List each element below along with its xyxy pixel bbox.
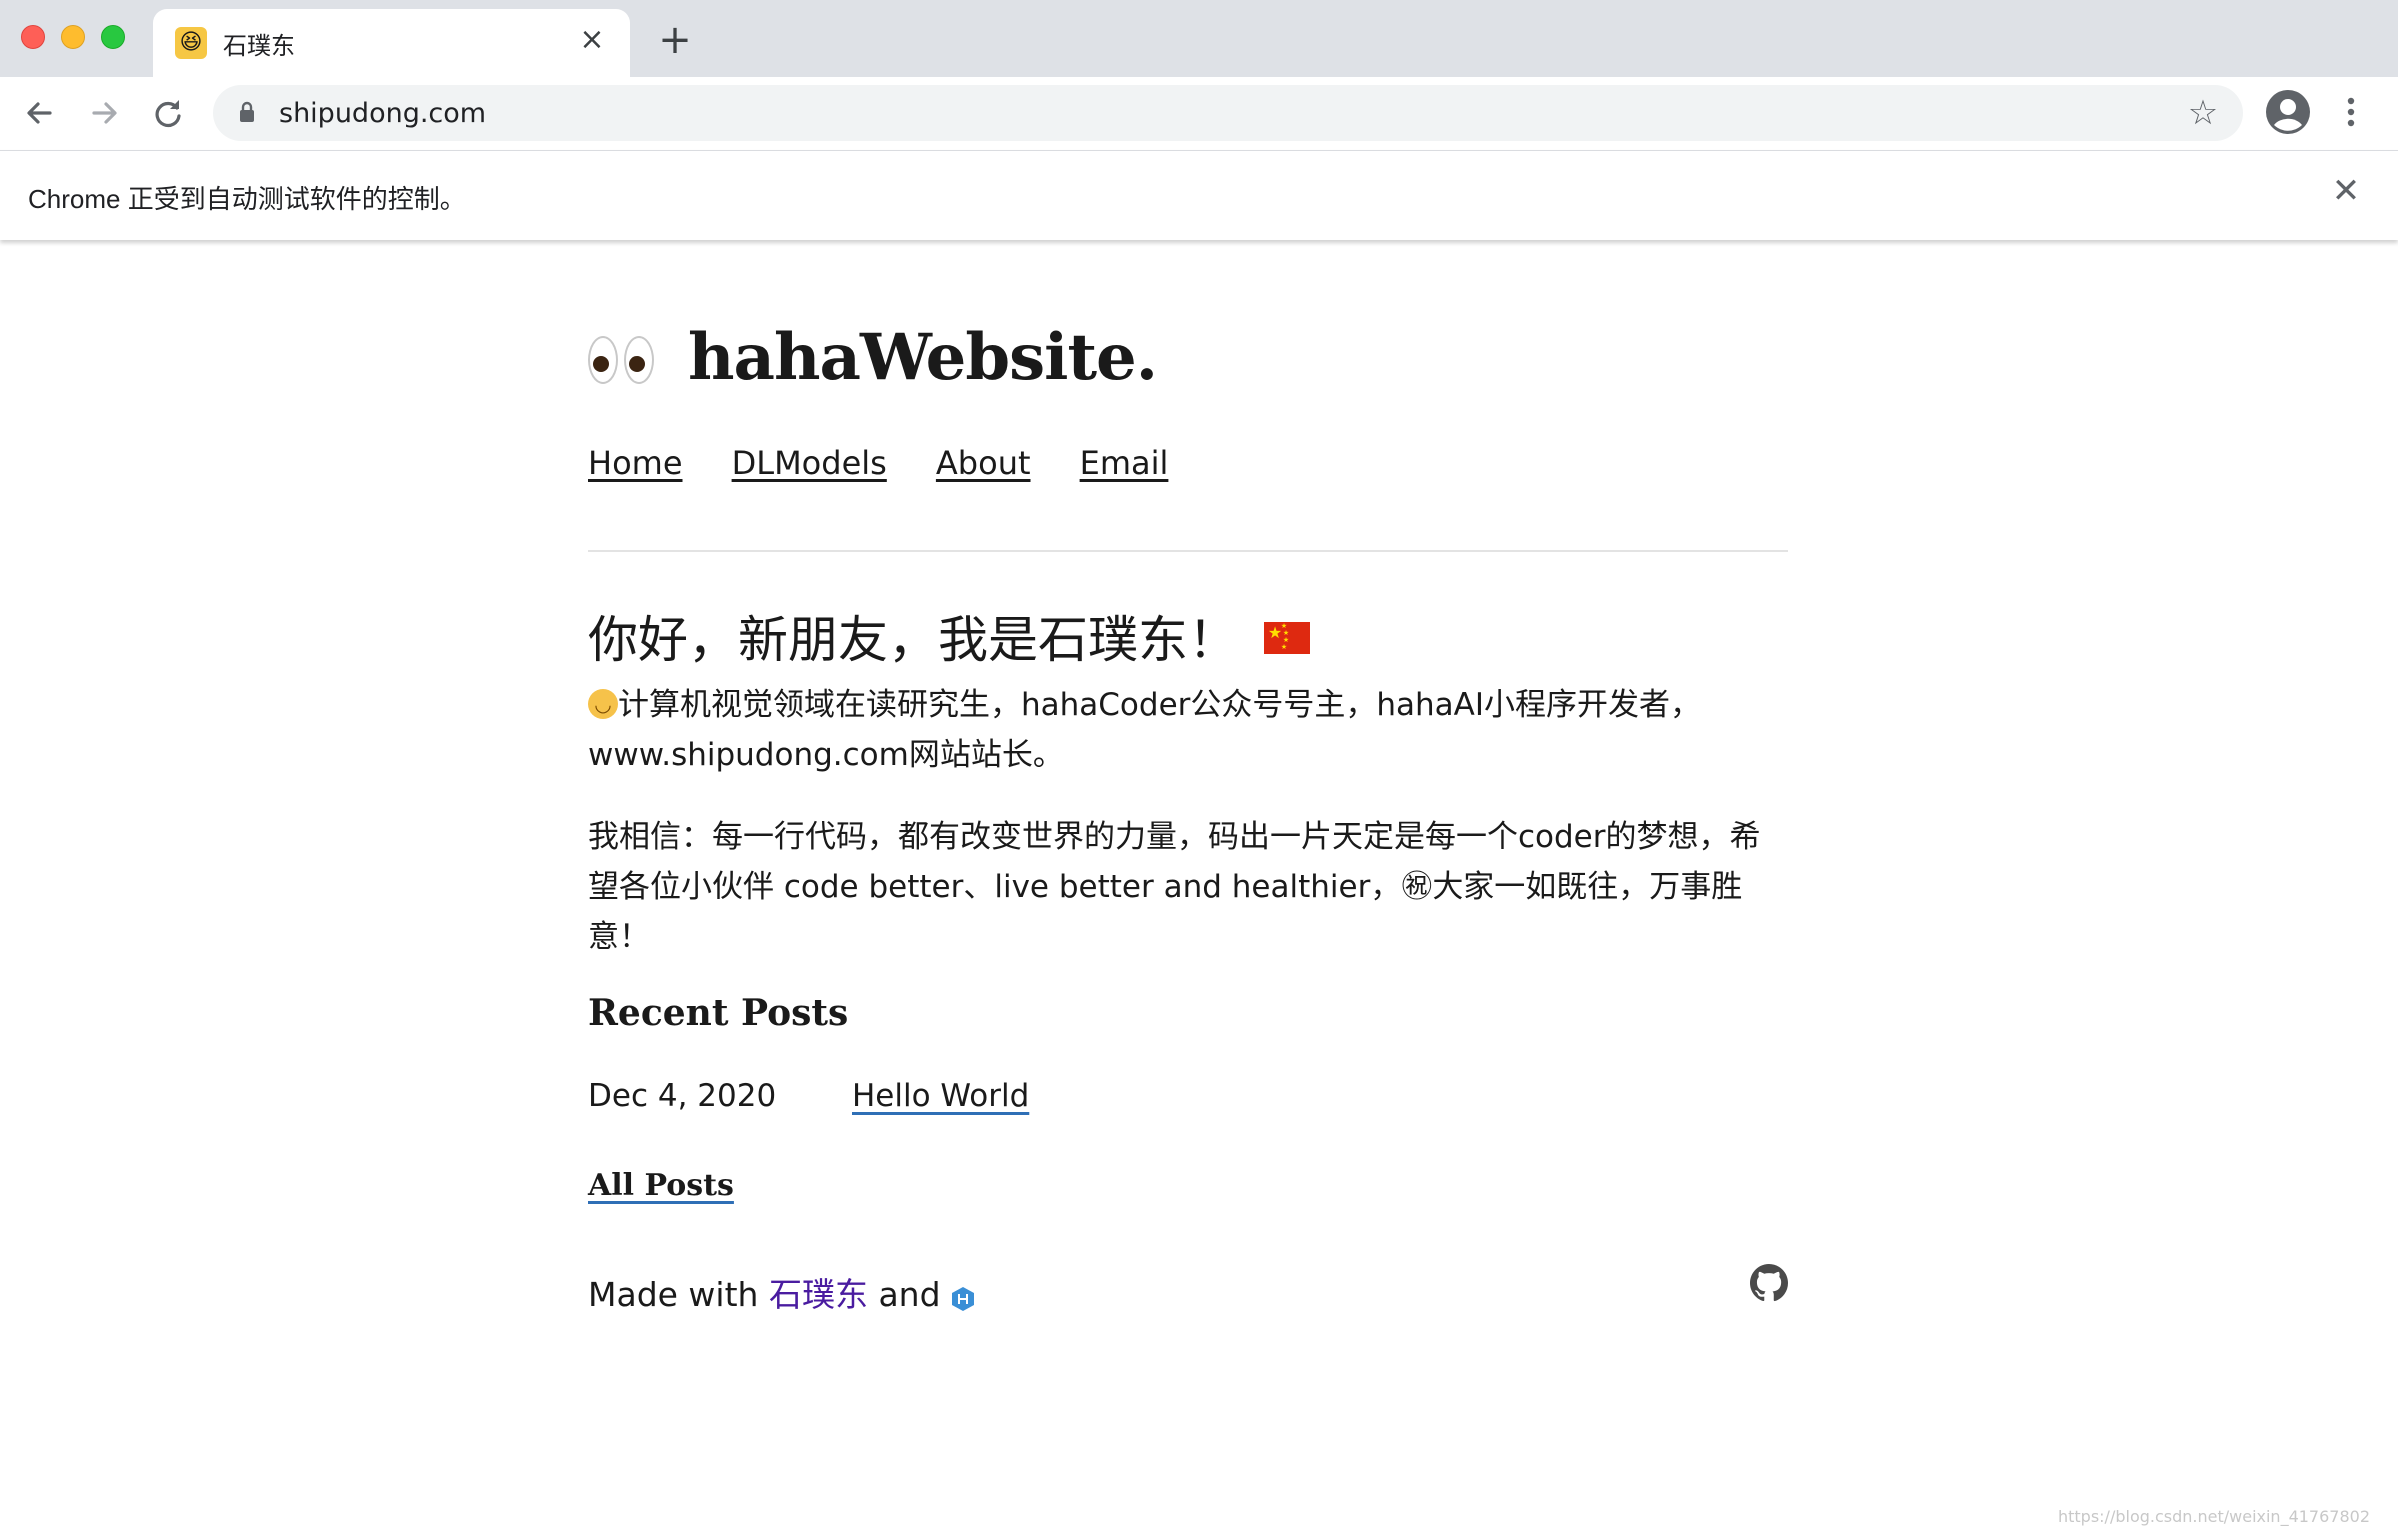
browser-toolbar: shipudong.com ☆: [0, 77, 2398, 150]
close-window-button[interactable]: [21, 25, 45, 49]
nav-home[interactable]: Home: [588, 444, 683, 482]
infobar-message: Chrome 正受到自动测试软件的控制。: [28, 184, 466, 214]
reload-icon[interactable]: [146, 91, 190, 135]
github-icon[interactable]: [1750, 1264, 1788, 1302]
footer-connector: and: [878, 1275, 941, 1314]
greeting-text: 你好，新朋友，我是石璞东！: [588, 611, 1238, 669]
footer-author-link[interactable]: 石璞东: [769, 1275, 868, 1314]
laughing-face-icon: 😆: [175, 27, 207, 59]
watermark: https://blog.csdn.net/weixin_41767802: [2057, 1507, 2370, 1526]
recent-posts-heading: Recent Posts: [588, 992, 849, 1034]
url-text[interactable]: shipudong.com: [279, 98, 486, 129]
new-tab-button[interactable]: +: [655, 20, 695, 60]
nav-email[interactable]: Email: [1080, 444, 1169, 482]
maximize-window-button[interactable]: [101, 25, 125, 49]
tab-strip: 😆 石璞东 × +: [0, 0, 2398, 77]
footer-prefix: Made with: [588, 1275, 759, 1314]
post-date: Dec 4, 2020: [588, 1078, 777, 1114]
forward-arrow-icon[interactable]: [82, 91, 126, 135]
address-bar[interactable]: shipudong.com ☆: [213, 85, 2243, 141]
nav-dlmodels[interactable]: DLModels: [732, 444, 887, 482]
more-menu-icon[interactable]: [2336, 89, 2366, 135]
site-title[interactable]: hahaWebsite.: [688, 320, 1158, 395]
belief-paragraph: 我相信：每一行代码，都有改变世界的力量，码出一片天定是每一个coder的梦想，希…: [588, 812, 1788, 962]
automation-infobar: Chrome 正受到自动测试软件的控制。 ✕: [0, 150, 2398, 240]
footer: Made with 石璞东 and: [588, 1268, 975, 1316]
lock-icon[interactable]: [239, 101, 255, 123]
minimize-window-button[interactable]: [61, 25, 85, 49]
greeting-heading: 你好，新朋友，我是石璞东！ ★ ★ ★ ★ ★: [588, 600, 1310, 672]
tab-title: 石璞东: [223, 32, 295, 60]
back-arrow-icon[interactable]: [18, 91, 62, 135]
china-flag-icon: ★ ★ ★ ★ ★: [1263, 622, 1310, 654]
tab-close-icon[interactable]: ×: [576, 24, 608, 56]
smiling-sun-icon: ◡: [588, 688, 618, 719]
browser-tab[interactable]: 😆 石璞东 ×: [153, 9, 630, 77]
profile-avatar-icon[interactable]: [2265, 89, 2311, 135]
celebrate-symbol: ㊗: [1401, 869, 1433, 905]
intro-paragraph: ◡ 计算机视觉领域在读研究生，hahaCoder公众号号主，hahaAI小程序开发…: [588, 680, 1788, 780]
infobar-close-icon[interactable]: ✕: [2328, 173, 2364, 209]
all-posts-link[interactable]: All Posts: [588, 1168, 734, 1203]
bookmark-star-icon[interactable]: ☆: [2185, 95, 2221, 131]
divider: [588, 550, 1788, 552]
hexo-icon[interactable]: [951, 1281, 975, 1311]
eyes-icon: [588, 330, 658, 396]
post-link-hello-world[interactable]: Hello World: [852, 1078, 1029, 1114]
main-nav: Home DLModels About Email: [588, 444, 1212, 482]
nav-about[interactable]: About: [936, 444, 1031, 482]
intro-text: 计算机视觉领域在读研究生，hahaCoder公众号号主，hahaAI小程序开发者…: [588, 687, 1702, 773]
